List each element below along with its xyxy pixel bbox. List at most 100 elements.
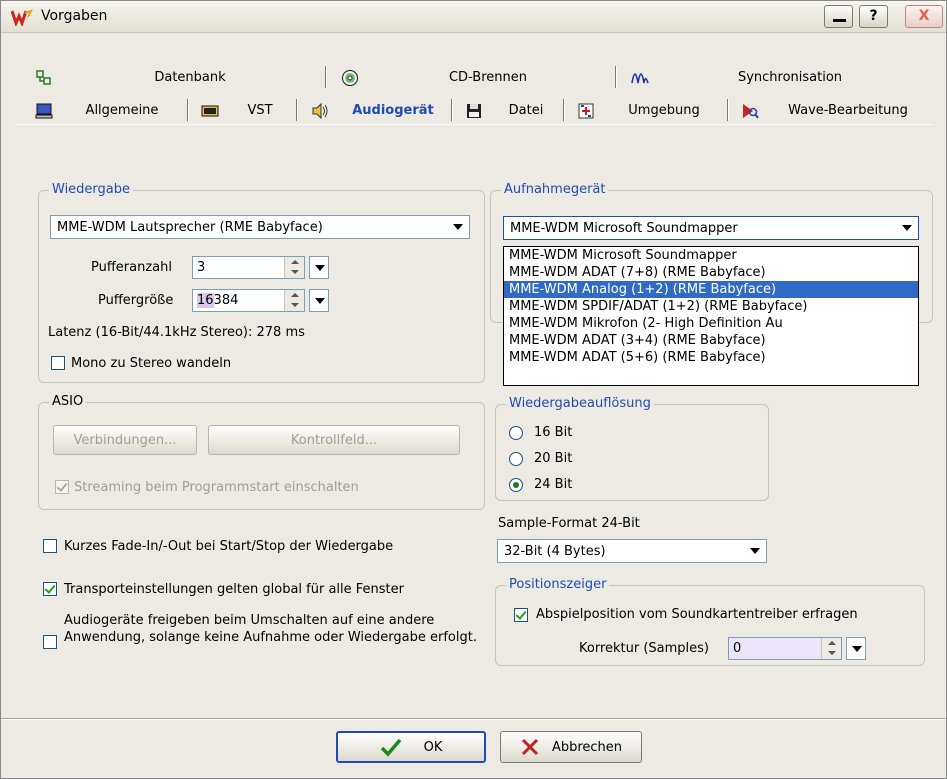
transport-label: Transporteinstellungen gelten global für… [64, 582, 404, 597]
pufferanzahl-dropdown[interactable] [309, 256, 329, 279]
playback-device-select[interactable]: MME-WDM Lautsprecher (RME Babyface) [50, 215, 470, 239]
tab-label: Umgebung [628, 103, 700, 118]
abspiel-label: Abspielposition vom Soundkartentreiber e… [536, 607, 858, 622]
help-button[interactable]: ? [859, 5, 888, 28]
cancel-button[interactable]: Abbrechen [500, 731, 642, 763]
dropdown-option[interactable]: MME-WDM Mikrofon (2- High Definition Au [504, 315, 918, 332]
korrektur-stepper[interactable]: 0 [728, 637, 842, 660]
korrektur-dropdown[interactable] [846, 637, 866, 660]
wiedergabe-title: Wiedergabe [49, 182, 134, 197]
tab-divider [727, 99, 729, 121]
aufnahme-title: Aufnahmegerät [501, 182, 609, 197]
radio-20-bit[interactable] [509, 452, 523, 466]
freigeben-checkbox[interactable] [43, 635, 57, 649]
pufferanzahl-stepper[interactable]: 3 [192, 256, 305, 279]
korrektur-label: Korrektur (Samples) [579, 641, 710, 656]
computer-icon [35, 103, 53, 118]
cancel-x-icon [521, 738, 539, 756]
tab-wave-bearbeitung[interactable]: Wave-Bearbeitung [733, 96, 929, 125]
minimize-button[interactable] [824, 5, 853, 28]
title-bar[interactable]: Vorgaben ? X [1, 1, 946, 33]
tab-divider [325, 66, 327, 88]
ok-button[interactable]: OK [336, 731, 486, 763]
playback-device-value: MME-WDM Lautsprecher (RME Babyface) [57, 219, 323, 235]
dropdown-option[interactable]: MME-WDM ADAT (3+4) (RME Babyface) [504, 332, 918, 349]
puffergroesse-highlight: 16 [197, 293, 214, 308]
latency-text: Latenz (16-Bit/44.1kHz Stereo): 278 ms [48, 325, 305, 340]
tab-audiogeraet[interactable]: Audiogerät [303, 96, 449, 125]
tab-label: VST [247, 103, 273, 118]
radio-16-bit-label: 16 Bit [534, 425, 573, 440]
sample-format-select[interactable]: 32-Bit (4 Bytes) [497, 539, 767, 563]
puffergroesse-dropdown[interactable] [309, 289, 329, 312]
asio-title: ASIO [49, 394, 87, 409]
tab-allgemeine[interactable]: Allgemeine [27, 96, 183, 125]
vst-icon [201, 105, 219, 116]
dropdown-option[interactable]: MME-WDM Microsoft Soundmapper [504, 247, 918, 264]
tab-divider [296, 99, 298, 121]
recording-device-dropdown[interactable]: MME-WDM Microsoft Soundmapper MME-WDM AD… [503, 246, 919, 386]
pufferanzahl-value: 3 [197, 260, 206, 275]
dropdown-option-highlighted[interactable]: MME-WDM Analog (1+2) (RME Babyface) [504, 281, 918, 298]
chevron-down-icon [750, 548, 760, 554]
recording-device-select[interactable]: MME-WDM Microsoft Soundmapper [503, 216, 919, 240]
freigeben-label: Audiogeräte freigeben beim Umschalten au… [64, 613, 477, 645]
checkmark-icon [380, 738, 401, 757]
tab-label: Allgemeine [85, 103, 159, 118]
environment-icon [578, 103, 594, 118]
tab-label: Synchronisation [737, 70, 843, 85]
aufloesung-title: Wiedergabeauflösung [506, 396, 654, 411]
spin-arrows-icon[interactable] [284, 290, 304, 311]
tab-datei[interactable]: Datei [457, 96, 561, 125]
radio-24-bit-label: 24 Bit [534, 477, 573, 492]
tab-divider [187, 99, 189, 121]
puffergroesse-value: 384 [213, 293, 239, 308]
kontrollfeld-button[interactable]: Kontrollfeld... [208, 425, 460, 455]
footer-divider [1, 718, 946, 720]
sample-format-label: Sample-Format 24-Bit [498, 516, 640, 531]
sync-wave-icon [631, 72, 649, 83]
puffergroesse-stepper[interactable]: 16 384 [192, 289, 305, 312]
tab-vst[interactable]: VST [193, 96, 293, 125]
verbindungen-button[interactable]: Verbindungen... [53, 425, 197, 455]
minimize-icon [833, 19, 846, 22]
cd-icon [341, 69, 359, 86]
tab-divider [451, 99, 453, 121]
abspiel-checkbox[interactable] [514, 608, 528, 622]
tab-label: Datenbank [154, 70, 226, 85]
streaming-checkbox[interactable] [55, 480, 69, 494]
radio-20-bit-label: 20 Bit [534, 451, 573, 466]
close-button[interactable]: X [905, 5, 943, 28]
tab-datenbank[interactable]: Datenbank [27, 63, 319, 92]
dropdown-option[interactable]: MME-WDM ADAT (7+8) (RME Babyface) [504, 264, 918, 281]
tab-label: CD-Brennen [448, 70, 527, 85]
window-title: Vorgaben [41, 8, 108, 24]
spin-arrows-icon[interactable] [821, 638, 841, 659]
tab-label: Audiogerät [352, 103, 434, 118]
fade-label: Kurzes Fade-In/-Out bei Start/Stop der W… [64, 539, 394, 554]
app-logo-icon [11, 9, 33, 26]
preferences-window: Vorgaben ? X Datenbank CD-Brennen Synchr… [0, 0, 947, 779]
mono-checkbox[interactable] [51, 356, 65, 370]
positionszeiger-title: Positionszeiger [506, 577, 610, 592]
fade-checkbox[interactable] [43, 539, 57, 553]
tab-divider [615, 66, 617, 88]
spin-arrows-icon[interactable] [284, 257, 304, 278]
dropdown-option[interactable]: MME-WDM ADAT (5+6) (RME Babyface) [504, 349, 918, 366]
radio-16-bit[interactable] [509, 426, 523, 440]
tab-synchronisation[interactable]: Synchronisation [623, 63, 923, 92]
dropdown-option[interactable]: MME-WDM SPDIF/ADAT (1+2) (RME Babyface) [504, 298, 918, 315]
chevron-down-icon [453, 224, 463, 230]
wave-edit-icon [743, 103, 759, 119]
puffergroesse-label: Puffergröße [98, 293, 174, 308]
ok-label: OK [423, 739, 443, 755]
floppy-icon [467, 103, 481, 118]
recording-device-value: MME-WDM Microsoft Soundmapper [510, 220, 738, 236]
tab-divider [563, 99, 565, 121]
sample-format-value: 32-Bit (4 Bytes) [504, 543, 606, 559]
tab-umgebung[interactable]: Umgebung [569, 96, 725, 125]
radio-24-bit[interactable] [509, 478, 523, 492]
database-icon [36, 69, 51, 85]
transport-checkbox[interactable] [43, 582, 57, 596]
tab-cd-brennen[interactable]: CD-Brennen [333, 63, 609, 92]
